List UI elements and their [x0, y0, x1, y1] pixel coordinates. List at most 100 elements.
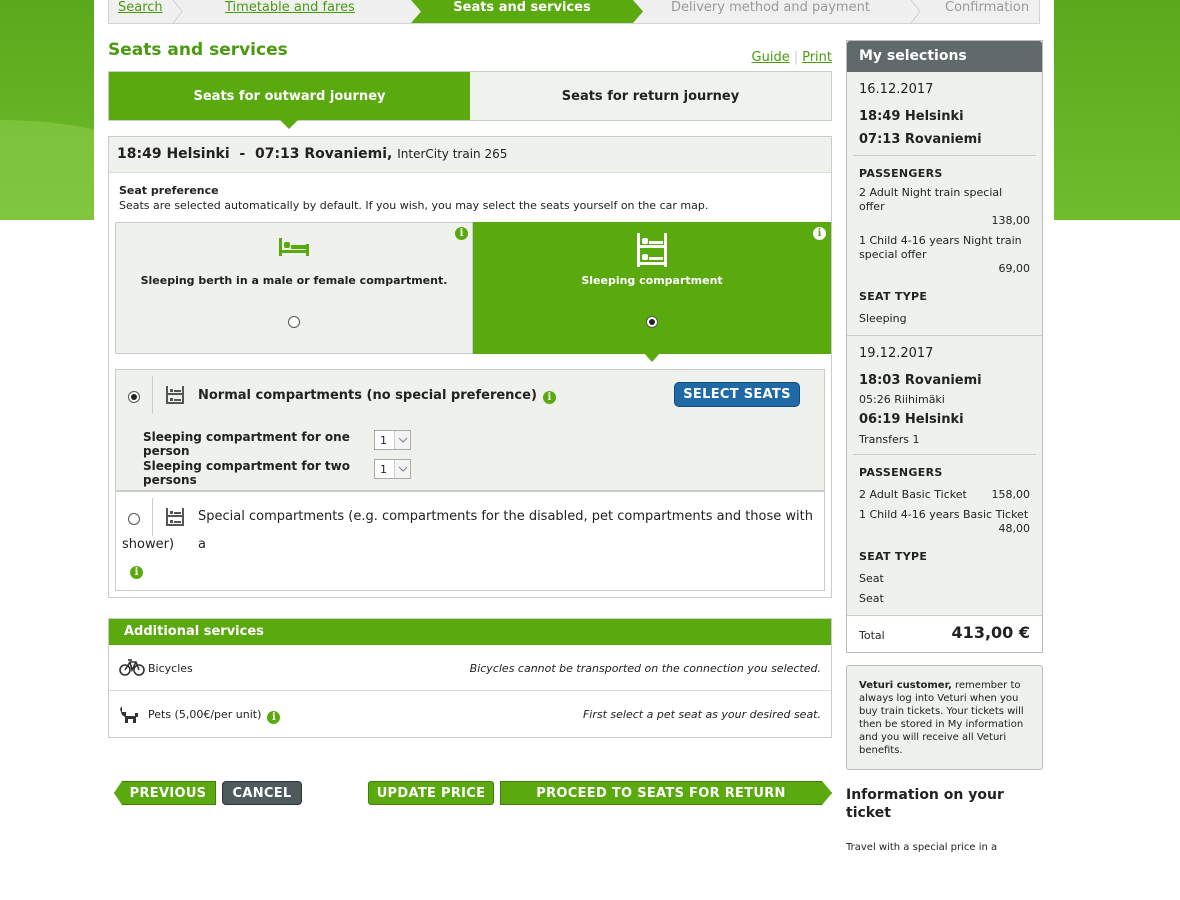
tab-outward[interactable]: Seats for outward journey — [109, 72, 470, 129]
cancel-button[interactable]: CANCEL — [222, 781, 302, 805]
outward-seat-type: Sleeping — [859, 312, 907, 325]
special-compartments-text: Special compartments (e.g. compartments … — [198, 509, 813, 552]
journey-train: InterCity train 265 — [397, 147, 508, 161]
outward-passenger: 2 Adult Night train special offer 138,00 — [859, 186, 1030, 228]
seat-preference-title: Seat preference — [119, 184, 219, 197]
breadcrumb-separator-icon — [172, 0, 183, 23]
bicycle-icon — [119, 659, 145, 676]
qty-value: 1 — [380, 434, 387, 447]
special-compartments-radio[interactable] — [128, 513, 140, 525]
option-berth[interactable]: i Sleeping berth in a male or female com… — [115, 222, 473, 354]
return-via: 05:26 Riihimäki — [859, 393, 945, 406]
outward-passengers-label: PASSENGERS — [859, 167, 943, 180]
service-pets-label: Pets (5,00€/per unit) i — [148, 708, 281, 724]
page-tools: Guide | Print — [752, 50, 832, 65]
journey-tabs: Seats for outward journey Seats for retu… — [108, 71, 832, 129]
service-bicycles-note: Bicycles cannot be transported on the co… — [469, 662, 821, 675]
breadcrumb: Search Timetable and fares Seats and ser… — [108, 0, 1040, 24]
seat-preference: Seat preference Seats are selected autom… — [119, 184, 708, 212]
return-transfers: Transfers 1 — [859, 433, 920, 446]
passenger-price: 138,00 — [991, 214, 1031, 227]
option-compartment[interactable]: i Sleeping compartment — [473, 222, 831, 362]
update-price-button[interactable]: UPDATE PRICE — [368, 781, 494, 805]
passenger-name: 1 Child 4-16 years Basic Ticket — [859, 508, 1029, 521]
journey-box: 18:49 Helsinki - 07:13 Rovaniemi, InterC… — [108, 136, 832, 598]
journey-dash: - — [239, 146, 246, 162]
outward-to: 07:13 Rovaniemi — [859, 132, 982, 147]
seat-preference-hint: Seats are selected automatically by defa… — [119, 199, 709, 212]
my-selections: My selections 16.12.2017 18:49 Helsinki … — [846, 40, 1043, 653]
total-label: Total — [859, 629, 885, 642]
chevron-down-icon — [394, 460, 410, 478]
ticket-info-text: Travel with a special price in a — [846, 842, 998, 853]
return-passenger: 1 Child 4-16 years Basic Ticket 48,00 — [859, 508, 1030, 536]
journey-departure: 18:49 Helsinki — [117, 146, 230, 162]
passenger-price: 69,00 — [998, 262, 1031, 275]
info-icon[interactable]: i — [455, 227, 468, 240]
option-compartment-radio[interactable] — [646, 316, 658, 328]
service-pets-text: Pets (5,00€/per unit) — [148, 708, 262, 721]
info-icon[interactable]: i — [542, 391, 556, 404]
print-link[interactable]: Print — [802, 50, 832, 65]
qty-select-two-persons[interactable]: 1 — [374, 459, 411, 479]
breadcrumb-delivery: Delivery method and payment — [671, 0, 870, 15]
outward-from: 18:49 Helsinki — [859, 109, 964, 124]
breadcrumb-seats-label: Seats and services — [453, 0, 591, 15]
previous-button[interactable]: PREVIOUS — [114, 781, 216, 805]
outward-passenger: 1 Child 4-16 years Night train special o… — [859, 234, 1030, 276]
breadcrumb-timetable[interactable]: Timetable and fares — [171, 0, 411, 23]
passenger-name: 1 Child 4-16 years Night train special o… — [859, 234, 1022, 261]
option-compartment-label: Sleeping compartment — [581, 274, 723, 287]
page-title: Seats and services — [108, 40, 288, 60]
breadcrumb-arrow-icon — [633, 0, 643, 23]
info-icon[interactable]: i — [130, 566, 143, 579]
dog-icon — [120, 706, 138, 723]
normal-compartments-label: Normal compartments (no special preferen… — [198, 388, 556, 404]
special-compartments-text-cont: shower) — [122, 537, 175, 552]
return-to: 06:19 Helsinki — [859, 412, 964, 427]
compartment-icon — [166, 508, 184, 526]
divider — [853, 155, 1036, 156]
passenger-price: 158,00 — [991, 488, 1031, 501]
breadcrumb-arrow-icon — [411, 0, 421, 23]
return-from: 18:03 Rovaniemi — [859, 373, 982, 388]
page-container: Search Timetable and fares Seats and ser… — [94, 0, 1054, 900]
veturi-text: remember to always log into Veturi when … — [859, 680, 1024, 756]
seat-options: i Sleeping berth in a male or female com… — [115, 222, 831, 362]
divider — [853, 454, 1036, 455]
chevron-down-icon — [394, 431, 410, 449]
return-passenger: 2 Adult Basic Ticket 158,00 — [859, 488, 1030, 502]
passenger-name: 2 Adult Basic Ticket — [859, 488, 967, 501]
info-icon[interactable]: i — [813, 227, 826, 240]
option-berth-radio[interactable] — [288, 316, 300, 328]
qty-label-one-person: Sleeping compartment for one person — [143, 430, 350, 458]
return-seat-type: Seat — [859, 572, 884, 585]
guide-link[interactable]: Guide — [752, 50, 790, 65]
ticket-info-title: Information on your ticket — [846, 787, 1004, 821]
tools-divider: | — [793, 50, 799, 65]
qty-label-two-persons: Sleeping compartment for two persons — [143, 459, 350, 487]
proceed-button[interactable]: PROCEED TO SEATS FOR RETURN JOURNEY — [500, 781, 832, 805]
return-summary: 19.12.2017 18:03 Rovaniemi 05:26 Riihimä… — [847, 336, 1042, 615]
journey-arrival: 07:13 Rovaniemi, — [254, 146, 393, 162]
qty-select-one-person[interactable]: 1 — [374, 430, 411, 450]
total-row: Total 413,00 € — [847, 615, 1042, 652]
return-date: 19.12.2017 — [859, 346, 934, 361]
select-seats-button[interactable]: SELECT SEATS — [674, 382, 800, 407]
breadcrumb-separator-icon — [910, 0, 921, 23]
outward-seat-type-label: SEAT TYPE — [859, 290, 928, 303]
divider — [152, 376, 153, 414]
additional-services: Additional services Bicycles Bicycles ca… — [108, 618, 832, 738]
service-pets-note: First select a pet seat as your desired … — [582, 708, 821, 721]
special-compartments-label: Special compartments (e.g. compartments … — [122, 503, 814, 559]
return-seat-type: Seat — [859, 592, 884, 605]
qty-value: 1 — [380, 463, 387, 476]
additional-services-title: Additional services — [109, 619, 831, 645]
total-value: 413,00 € — [951, 623, 1030, 642]
passenger-name: 2 Adult Night train special offer — [859, 186, 1003, 213]
breadcrumb-search[interactable]: Search — [109, 0, 171, 23]
info-icon[interactable]: i — [267, 711, 281, 724]
passenger-price: 48,00 — [998, 522, 1031, 535]
tab-return[interactable]: Seats for return journey — [470, 72, 831, 120]
normal-compartments-radio[interactable] — [128, 391, 140, 403]
